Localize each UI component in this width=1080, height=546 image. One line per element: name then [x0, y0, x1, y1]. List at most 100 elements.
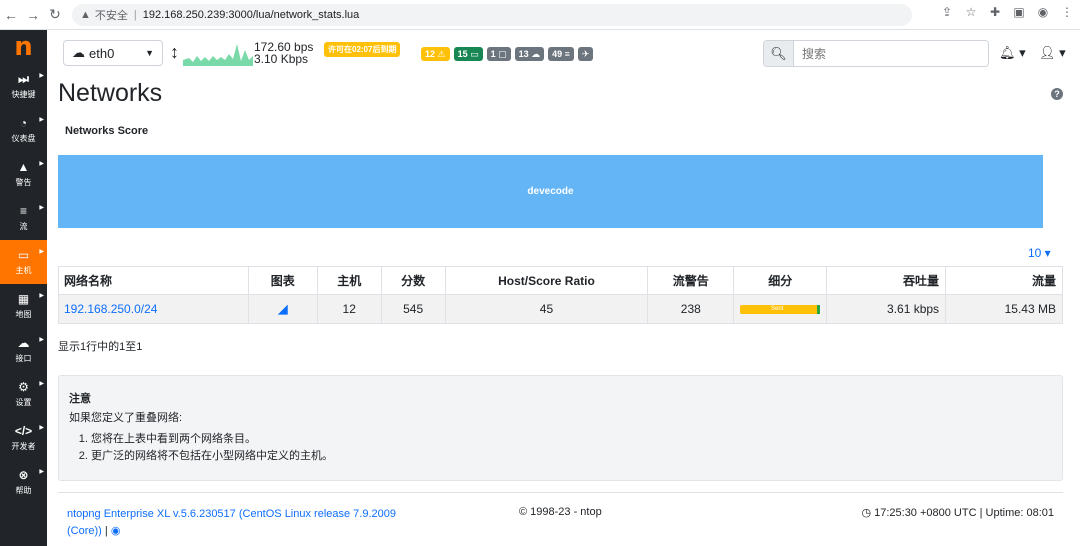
settings-icon: ⚙: [18, 380, 29, 394]
search-icon[interactable]: 🔍︎: [764, 41, 794, 66]
sidebar-item-dashboard[interactable]: ◔ 仪表盘 ▶: [0, 108, 47, 152]
sidebar-item-settings[interactable]: ⚙ 设置 ▶: [0, 372, 47, 416]
profile-icon[interactable]: ◉: [1036, 5, 1050, 19]
sidebar-item-interfaces[interactable]: ☁ 接口 ▶: [0, 328, 47, 372]
interface-selector[interactable]: ☁ eth0 ▼: [63, 40, 163, 66]
bell-icon[interactable]: 🔔︎ ▾: [999, 45, 1026, 61]
status-badge[interactable]: ✈: [577, 47, 594, 61]
license-badge[interactable]: 许可在02:07后到期: [324, 42, 401, 57]
search-input[interactable]: [794, 41, 988, 66]
share-icon[interactable]: ⇪: [940, 5, 954, 19]
status-time-uptime: 17:25:30 +0800 UTC | Uptime: 08:01: [874, 507, 1054, 519]
network-score-block[interactable]: devecode: [58, 155, 1043, 228]
address-bar[interactable]: ▲ 不安全 | 192.168.250.239:3000/lua/network…: [72, 3, 912, 26]
flow-alerts-cell: 238: [647, 294, 735, 324]
developer-icon: </>: [14, 424, 33, 438]
status-badge[interactable]: 13 ☁: [514, 47, 545, 61]
per-page-dropdown[interactable]: 10 ▾: [1028, 246, 1051, 260]
breakdown-sent-label: Sent: [771, 305, 784, 312]
insecure-label: 不安全: [94, 9, 128, 22]
url-text[interactable]: 192.168.250.239:3000/lua/network_stats.l…: [143, 9, 360, 21]
caret-right-icon: ▶: [39, 205, 44, 211]
extensions-icon[interactable]: ✚: [988, 5, 1002, 19]
hosts-cell: 12: [316, 294, 382, 324]
col-ratio[interactable]: Host/Score Ratio: [444, 266, 649, 295]
hosts-icon: ▭: [17, 248, 30, 262]
status-badge[interactable]: 49 ≡: [548, 47, 574, 61]
menu-kebab-icon[interactable]: ⋮: [1060, 5, 1074, 19]
network-link[interactable]: 192.168.250.0/24: [64, 302, 157, 316]
sidebar-item-label: 帮助: [15, 486, 32, 495]
url-separator: |: [133, 8, 137, 21]
note-title: 注意: [69, 393, 91, 405]
status-badge[interactable]: 15 ▭: [453, 47, 483, 61]
sidebar-item-label: 警告: [15, 178, 32, 187]
sidebar-item-label: 流: [19, 222, 28, 231]
help-icon: ⊗: [18, 468, 29, 482]
breakdown-cell: Sent: [733, 294, 828, 324]
score-cell: 545: [380, 294, 446, 324]
ntop-logo[interactable]: n: [0, 30, 47, 64]
search-box: 🔍︎: [763, 40, 989, 67]
forward-icon[interactable]: →: [22, 7, 44, 23]
caret-right-icon: ▶: [39, 161, 44, 167]
score-block-label: devecode: [527, 186, 574, 197]
status-badge[interactable]: 1 ▢: [486, 47, 511, 61]
dashboard-icon: ◔: [19, 116, 28, 130]
bookmark-star-icon[interactable]: ☆: [964, 5, 978, 19]
sidebar-item-alerts[interactable]: ▲ 警告 ▶: [0, 152, 47, 196]
sidebar-item-shortcuts[interactable]: ⏭ 快捷键 ▶: [0, 64, 47, 108]
main-content: Networks ? Networks Score devecode 10 ▾ …: [47, 76, 1080, 546]
list-item: 更广泛的网络将不包括在小型网络中定义的主机。: [91, 448, 1062, 465]
version-info: ntopng Enterprise XL v.5.6.230517 (CentO…: [67, 506, 397, 540]
caret-right-icon: ▶: [39, 117, 44, 123]
help-question-icon[interactable]: ?: [1051, 88, 1063, 100]
col-score[interactable]: 分数: [380, 266, 446, 295]
col-throughput[interactable]: 吞吐量: [826, 266, 947, 295]
caret-right-icon: ▶: [39, 249, 44, 255]
reload-icon[interactable]: ↻: [44, 6, 66, 23]
col-chart: 图表: [247, 266, 318, 295]
sidebar-item-label: 主机: [15, 266, 32, 275]
sidebar-item-maps[interactable]: ▦ 地图 ▶: [0, 284, 47, 328]
caret-right-icon: ▶: [39, 293, 44, 299]
col-hosts[interactable]: 主机: [316, 266, 382, 295]
status-badges: 12 ⚠ 15 ▭ 1 ▢ 13 ☁ 49 ≡ ✈: [421, 47, 594, 61]
copyright: © 1998-23 - ntop: [519, 506, 602, 518]
interface-name: eth0: [89, 45, 115, 61]
github-icon[interactable]: ◉: [111, 525, 121, 537]
chevron-down-icon: ▼: [145, 48, 154, 58]
sidebar-item-label: 快捷键: [11, 90, 36, 99]
throughput-cell: 3.61 kbps: [826, 294, 947, 324]
chart-cell: ◢: [247, 294, 318, 324]
user-menu-icon[interactable]: 👤︎ ▾: [1039, 45, 1066, 61]
col-network-name[interactable]: 网络名称: [58, 266, 249, 295]
col-breakdown: 细分: [733, 266, 828, 295]
back-icon[interactable]: ←: [0, 7, 22, 23]
caret-right-icon: ▶: [39, 425, 44, 431]
caret-right-icon: ▶: [39, 469, 44, 475]
note-intro: 如果您定义了重叠网络:: [69, 412, 183, 424]
flows-icon: ≡: [19, 204, 27, 218]
sidebar-item-hosts[interactable]: ▭ 主机 ▶: [0, 240, 47, 284]
warning-icon: ▲: [80, 8, 91, 21]
col-traffic[interactable]: 流量: [945, 266, 1063, 295]
sidebar-item-developer[interactable]: </> 开发者 ▶: [0, 416, 47, 460]
networks-table: 网络名称 图表 主机 分数 Host/Score Ratio 流警告 细分 吞吐…: [58, 266, 1063, 324]
interfaces-icon: ☁: [17, 336, 30, 350]
traffic-sparkline[interactable]: [183, 42, 253, 66]
breakdown-bar: Sent: [740, 304, 821, 314]
topbar: ☁ eth0 ▼ ↕ 172.60 bps 3.10 Kbps 许可在02:07…: [47, 30, 1080, 76]
status-badge[interactable]: 12 ⚠: [421, 47, 450, 61]
sidebar-item-label: 仪表盘: [11, 134, 36, 143]
browser-toolbar: ← → ↻ ▲ 不安全 | 192.168.250.239:3000/lua/n…: [0, 0, 1080, 30]
table-header-row: 网络名称 图表 主机 分数 Host/Score Ratio 流警告 细分 吞吐…: [58, 266, 1063, 295]
sidepanel-icon[interactable]: ▣: [1012, 5, 1026, 19]
caret-right-icon: ▶: [39, 73, 44, 79]
footer: ntopng Enterprise XL v.5.6.230517 (CentO…: [58, 492, 1063, 546]
col-flow-alerts[interactable]: 流警告: [647, 266, 735, 295]
area-chart-icon[interactable]: ◢: [278, 301, 288, 316]
sidebar-item-flows[interactable]: ≡ 流 ▶: [0, 196, 47, 240]
sidebar-item-help[interactable]: ⊗ 帮助 ▶: [0, 460, 47, 504]
sidebar-item-label: 开发者: [11, 442, 36, 451]
